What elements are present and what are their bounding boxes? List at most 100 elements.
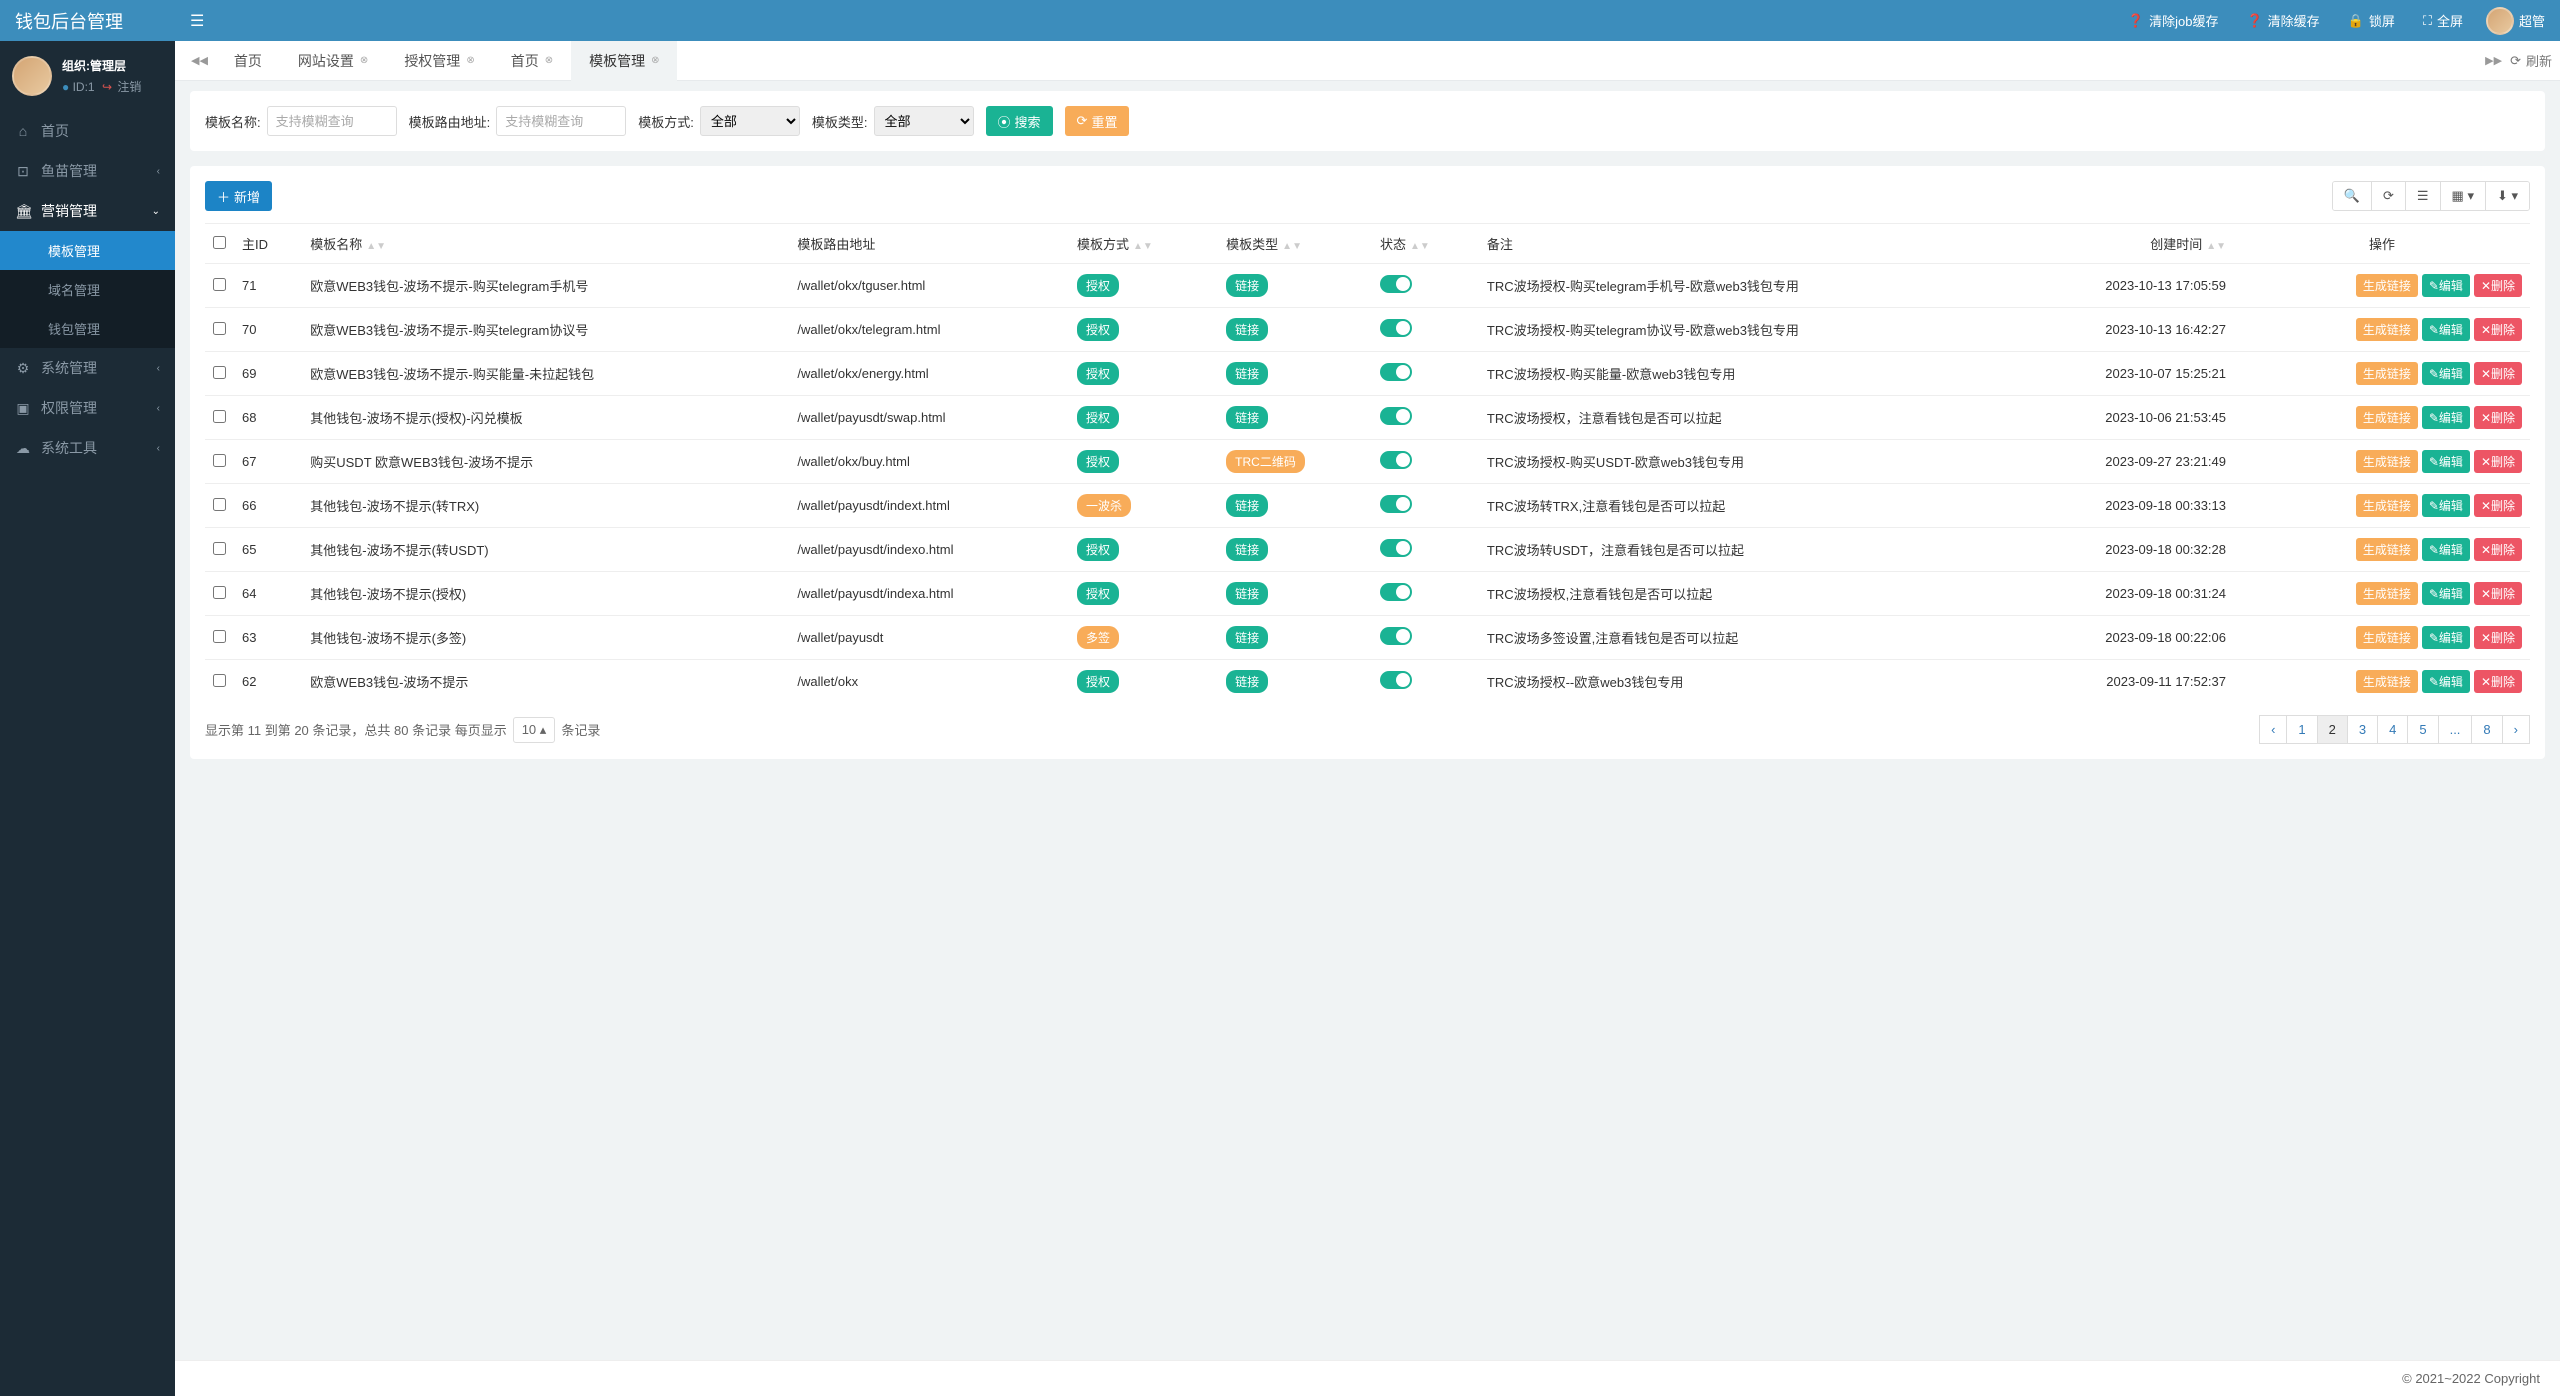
close-icon[interactable]: ⊗ [545, 55, 553, 66]
tab-template-mgmt[interactable]: 模板管理⊗ [571, 41, 677, 81]
reset-button[interactable]: ⟳重置 [1065, 106, 1130, 136]
nav-system[interactable]: ⚙ 系统管理 ‹ [0, 348, 175, 388]
page-button[interactable]: 4 [2377, 715, 2408, 744]
edit-button[interactable]: ✎编辑 [2422, 450, 2470, 473]
delete-button[interactable]: ✕删除 [2474, 274, 2522, 297]
close-icon[interactable]: ⊗ [360, 55, 368, 66]
generate-link-button[interactable]: 生成链接 [2356, 494, 2418, 517]
edit-button[interactable]: ✎编辑 [2422, 582, 2470, 605]
row-checkbox[interactable] [213, 366, 226, 379]
delete-button[interactable]: ✕删除 [2474, 494, 2522, 517]
user-menu[interactable]: 超管 [2491, 7, 2545, 35]
generate-link-button[interactable]: 生成链接 [2356, 406, 2418, 429]
tab-auth-mgmt[interactable]: 授权管理⊗ [386, 41, 492, 81]
sort-icon[interactable]: ▲▼ [2206, 244, 2226, 249]
type-select[interactable]: 全部 [874, 106, 974, 136]
delete-button[interactable]: ✕删除 [2474, 582, 2522, 605]
fullscreen-button[interactable]: ⛶全屏 [2423, 11, 2463, 30]
page-button[interactable]: 3 [2347, 715, 2378, 744]
nav-domain-mgmt[interactable]: 域名管理 [0, 270, 175, 309]
nav-tools[interactable]: ☁ 系统工具 ‹ [0, 428, 175, 468]
close-icon[interactable]: ⊗ [466, 55, 474, 66]
clear-job-cache-button[interactable]: ❓清除job缓存 [2128, 11, 2219, 30]
sort-icon[interactable]: ▲▼ [1282, 244, 1302, 249]
page-button[interactable]: 5 [2407, 715, 2438, 744]
generate-link-button[interactable]: 生成链接 [2356, 670, 2418, 693]
add-button[interactable]: ＋新增 [205, 181, 272, 211]
status-switch[interactable] [1380, 363, 1412, 381]
template-name-input[interactable] [267, 106, 397, 136]
row-checkbox[interactable] [213, 674, 226, 687]
generate-link-button[interactable]: 生成链接 [2356, 538, 2418, 561]
status-switch[interactable] [1380, 319, 1412, 337]
status-switch[interactable] [1380, 627, 1412, 645]
edit-button[interactable]: ✎编辑 [2422, 274, 2470, 297]
generate-link-button[interactable]: 生成链接 [2356, 450, 2418, 473]
delete-button[interactable]: ✕删除 [2474, 406, 2522, 429]
route-input[interactable] [496, 106, 626, 136]
delete-button[interactable]: ✕删除 [2474, 450, 2522, 473]
method-select[interactable]: 全部 [700, 106, 800, 136]
generate-link-button[interactable]: 生成链接 [2356, 318, 2418, 341]
edit-button[interactable]: ✎编辑 [2422, 670, 2470, 693]
row-checkbox[interactable] [213, 454, 226, 467]
generate-link-button[interactable]: 生成链接 [2356, 274, 2418, 297]
row-checkbox[interactable] [213, 630, 226, 643]
page-button[interactable]: 2 [2317, 715, 2348, 744]
status-switch[interactable] [1380, 583, 1412, 601]
edit-button[interactable]: ✎编辑 [2422, 362, 2470, 385]
status-switch[interactable] [1380, 539, 1412, 557]
nav-template-mgmt[interactable]: 模板管理 [0, 231, 175, 270]
row-checkbox[interactable] [213, 498, 226, 511]
page-button[interactable]: › [2502, 715, 2530, 744]
lock-screen-button[interactable]: 🔒锁屏 [2348, 11, 2395, 30]
nav-wallet-mgmt[interactable]: 钱包管理 [0, 309, 175, 348]
nav-permission[interactable]: ▣ 权限管理 ‹ [0, 388, 175, 428]
delete-button[interactable]: ✕删除 [2474, 318, 2522, 341]
tabs-scroll-left[interactable]: ◀◀ [183, 54, 216, 67]
delete-button[interactable]: ✕删除 [2474, 626, 2522, 649]
status-switch[interactable] [1380, 671, 1412, 689]
close-icon[interactable]: ⊗ [651, 55, 659, 66]
edit-button[interactable]: ✎编辑 [2422, 494, 2470, 517]
sort-icon[interactable]: ▲▼ [1133, 244, 1153, 249]
sort-icon[interactable]: ▲▼ [366, 244, 386, 249]
edit-button[interactable]: ✎编辑 [2422, 406, 2470, 429]
page-button[interactable]: ‹ [2259, 715, 2287, 744]
page-button[interactable]: 1 [2286, 715, 2317, 744]
refresh-button[interactable]: ⟳ 刷新 [2510, 51, 2552, 70]
page-size-select[interactable]: 10 ▴ [513, 717, 556, 743]
clear-cache-button[interactable]: ❓清除缓存 [2246, 11, 2319, 30]
edit-button[interactable]: ✎编辑 [2422, 626, 2470, 649]
export-tool-button[interactable]: ⬇ ▾ [2486, 182, 2529, 210]
logout-icon[interactable]: ↪ [102, 80, 112, 94]
row-checkbox[interactable] [213, 586, 226, 599]
generate-link-button[interactable]: 生成链接 [2356, 582, 2418, 605]
edit-button[interactable]: ✎编辑 [2422, 538, 2470, 561]
tab-home2[interactable]: 首页⊗ [493, 41, 571, 81]
page-button[interactable]: ... [2438, 715, 2473, 744]
nav-home[interactable]: ⌂ 首页 [0, 111, 175, 151]
tab-home[interactable]: 首页 [216, 41, 280, 81]
generate-link-button[interactable]: 生成链接 [2356, 626, 2418, 649]
edit-button[interactable]: ✎编辑 [2422, 318, 2470, 341]
search-tool-button[interactable]: 🔍 [2333, 182, 2372, 210]
status-switch[interactable] [1380, 407, 1412, 425]
sidebar-toggle-icon[interactable]: ☰ [190, 11, 204, 31]
search-button[interactable]: ⦿搜索 [986, 106, 1053, 136]
page-button[interactable]: 8 [2471, 715, 2502, 744]
tabs-scroll-right[interactable]: ▶▶ [2477, 54, 2510, 67]
view-tool-button[interactable]: ▦ ▾ [2441, 182, 2486, 210]
status-switch[interactable] [1380, 451, 1412, 469]
delete-button[interactable]: ✕删除 [2474, 670, 2522, 693]
row-checkbox[interactable] [213, 542, 226, 555]
logout-link[interactable]: 注销 [117, 80, 141, 94]
row-checkbox[interactable] [213, 278, 226, 291]
tab-site-settings[interactable]: 网站设置⊗ [280, 41, 386, 81]
status-switch[interactable] [1380, 275, 1412, 293]
nav-marketing[interactable]: 🏛 营销管理 ⌄ [0, 191, 175, 231]
delete-button[interactable]: ✕删除 [2474, 362, 2522, 385]
select-all-checkbox[interactable] [213, 236, 226, 249]
status-switch[interactable] [1380, 495, 1412, 513]
sort-icon[interactable]: ▲▼ [1410, 244, 1430, 249]
